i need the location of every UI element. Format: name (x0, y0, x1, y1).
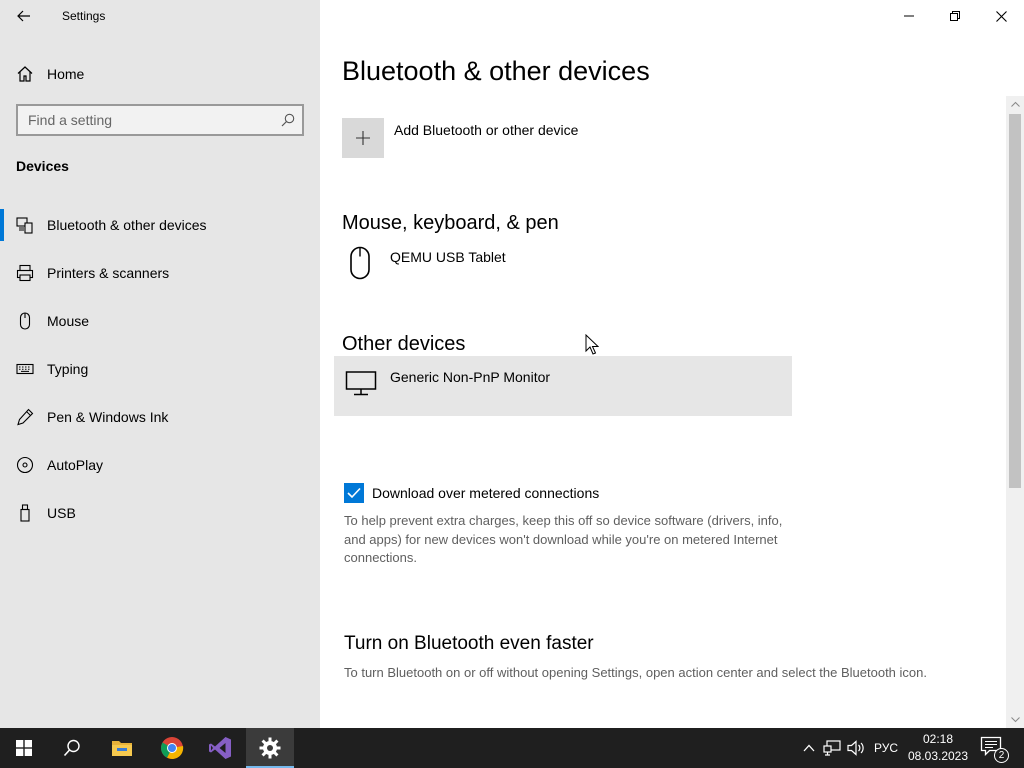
sidebar-item-label: Pen & Windows Ink (47, 409, 169, 425)
bluetooth-faster-help-text: To turn Bluetooth on or off without open… (344, 665, 927, 680)
device-label: QEMU USB Tablet (390, 249, 506, 265)
clock-date: 08.03.2023 (907, 749, 969, 763)
scroll-thumb[interactable] (1009, 114, 1021, 488)
close-button[interactable] (978, 0, 1024, 32)
pen-icon (17, 408, 34, 426)
bluetooth-devices-icon (16, 217, 33, 234)
sidebar-item-label: Printers & scanners (47, 265, 170, 281)
notification-count-badge: 2 (994, 748, 1009, 763)
sidebar-item-mouse[interactable]: Mouse (0, 301, 320, 341)
usb-icon (20, 504, 30, 522)
search-input[interactable] (18, 106, 268, 134)
action-center-button[interactable]: 2 (980, 736, 1009, 763)
start-icon (16, 740, 32, 756)
main-content: Bluetooth & other devices Add Bluetooth … (320, 0, 1024, 728)
device-qemu-usb-tablet[interactable]: QEMU USB Tablet (334, 236, 792, 296)
home-icon (17, 66, 33, 82)
sidebar-item-printers[interactable]: Printers & scanners (0, 253, 320, 293)
taskbar-settings[interactable] (246, 728, 294, 768)
sidebar-item-label: AutoPlay (47, 457, 104, 473)
sidebar-item-label: USB (47, 505, 76, 521)
mouse-icon (344, 246, 378, 280)
minimize-button[interactable] (886, 0, 932, 32)
mouse-icon (19, 312, 31, 330)
sidebar: Settings Home Devices Bluetooth & other … (0, 0, 320, 728)
mouse-cursor-icon (585, 334, 599, 355)
keyboard-icon (16, 363, 34, 375)
taskbar: РУС 02:18 08.03.2023 2 (0, 728, 1024, 768)
group-header-other-devices: Other devices (342, 333, 466, 355)
bluetooth-faster-header: Turn on Bluetooth even faster (344, 633, 594, 654)
device-label: Generic Non-PnP Monitor (390, 369, 551, 385)
tray-network-button[interactable] (822, 738, 842, 758)
restore-icon (950, 11, 960, 21)
volume-icon (847, 740, 864, 756)
sidebar-item-typing[interactable]: Typing (0, 349, 320, 389)
autoplay-icon (16, 456, 34, 474)
taskbar-file-explorer[interactable] (98, 728, 146, 768)
add-device-label: Add Bluetooth or other device (394, 122, 579, 138)
device-generic-monitor[interactable]: Generic Non-PnP Monitor (334, 356, 792, 416)
minimize-icon (904, 15, 914, 17)
file-explorer-icon (112, 741, 132, 756)
back-button[interactable] (8, 2, 40, 30)
metered-checkbox[interactable] (344, 483, 364, 503)
start-button[interactable] (0, 728, 48, 768)
printer-icon (16, 264, 34, 282)
monitor-icon (344, 366, 378, 400)
app-title: Settings (62, 9, 106, 23)
sidebar-item-pen[interactable]: Pen & Windows Ink (0, 397, 320, 437)
sidebar-item-autoplay[interactable]: AutoPlay (0, 445, 320, 485)
visual-studio-icon (209, 737, 231, 759)
network-icon (823, 740, 841, 756)
group-header-mouse-keyboard-pen: Mouse, keyboard, & pen (342, 212, 559, 234)
plus-icon (342, 118, 384, 158)
close-icon (995, 10, 1007, 22)
search-icon (63, 739, 80, 757)
scroll-down-button[interactable] (1006, 712, 1024, 728)
tray-overflow-button[interactable] (799, 738, 819, 758)
chevron-up-icon (1010, 101, 1020, 107)
taskbar-search-button[interactable] (48, 728, 96, 768)
search-box[interactable] (16, 104, 304, 136)
restore-button[interactable] (932, 0, 978, 32)
metered-help-text: To help prevent extra charges, keep this… (344, 513, 783, 565)
section-header: Devices (16, 158, 69, 174)
sidebar-item-label: Typing (47, 361, 89, 377)
back-arrow-icon (17, 10, 30, 22)
clock-time: 02:18 (922, 732, 954, 746)
checkmark-icon (347, 487, 361, 499)
page-title: Bluetooth & other devices (342, 56, 650, 86)
sidebar-item-label: Bluetooth & other devices (47, 217, 207, 233)
add-device-button[interactable]: Add Bluetooth or other device (342, 118, 622, 160)
sidebar-item-label: Mouse (47, 313, 90, 329)
settings-gear-icon (259, 737, 281, 759)
chevron-up-icon (803, 744, 815, 752)
chevron-down-icon (1010, 717, 1020, 723)
search-icon (281, 113, 295, 127)
sidebar-item-bluetooth[interactable]: Bluetooth & other devices (0, 205, 320, 245)
sidebar-item-usb[interactable]: USB (0, 493, 320, 533)
taskbar-clock[interactable]: 02:18 08.03.2023 (906, 731, 970, 765)
home-label: Home (47, 66, 85, 82)
taskbar-chrome[interactable] (148, 728, 196, 768)
tray-volume-button[interactable] (846, 738, 866, 758)
vertical-scrollbar[interactable] (1006, 96, 1024, 728)
sidebar-item-home[interactable]: Home (0, 56, 320, 90)
taskbar-visual-studio[interactable] (196, 728, 244, 768)
language-indicator[interactable]: РУС (874, 741, 898, 755)
chrome-icon (161, 737, 184, 759)
metered-label: Download over metered connections (372, 485, 600, 501)
scroll-up-button[interactable] (1006, 96, 1024, 112)
